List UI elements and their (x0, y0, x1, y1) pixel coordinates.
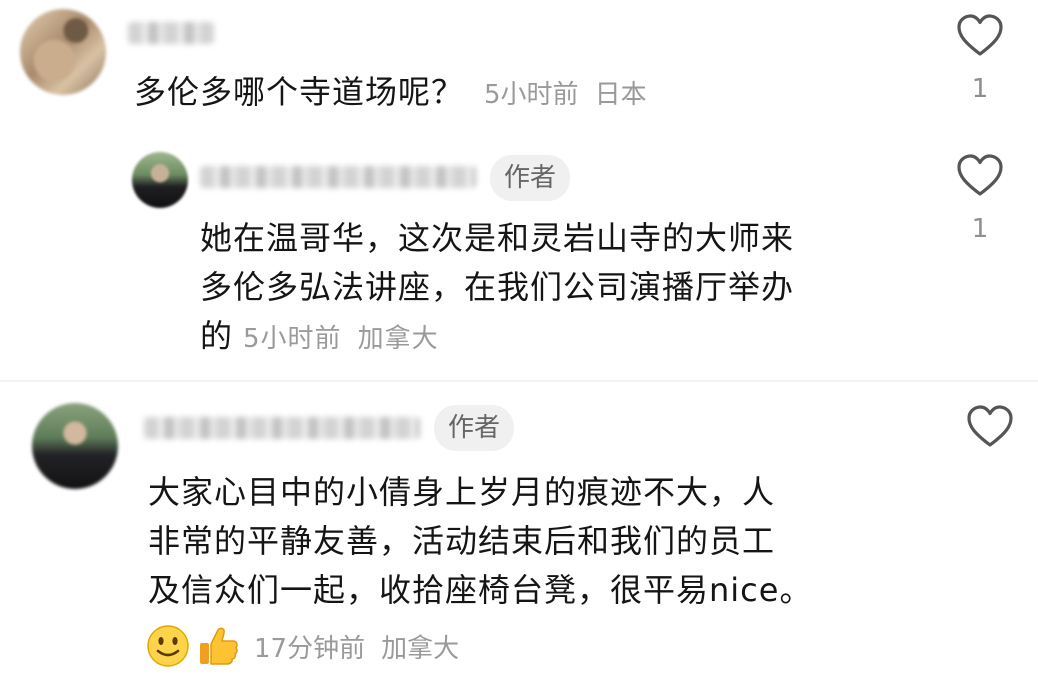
comment-location: 加拿大 (381, 633, 460, 664)
like-count: 1 (971, 214, 989, 244)
comment-meta: 17分钟前 加拿大 (254, 628, 475, 665)
comment-line: 及信众们一起，收拾座椅台凳，很平易nice。 (148, 571, 813, 609)
comment-location: 日本 (594, 80, 647, 110)
comment-time: 5小时前 (484, 80, 579, 110)
comment-line: 她在温哥华，这次是和灵岩山寺的大师来 (200, 219, 795, 257)
avatar[interactable] (20, 9, 106, 95)
comment-row: 多伦多哪个寺道场呢？ 5小时前 日本 (134, 68, 894, 117)
comment-line: 多伦多弘法讲座，在我们公司演播厅举办 (200, 268, 795, 306)
comment-location: 加拿大 (357, 324, 439, 354)
avatar[interactable] (32, 403, 118, 489)
comment-meta: 5小时前 加拿大 (243, 315, 455, 364)
comment-text-block: 她在温哥华，这次是和灵岩山寺的大师来 多伦多弘法讲座，在我们公司演播厅举办 的 … (200, 214, 920, 364)
like-heart-icon[interactable] (966, 405, 1014, 449)
divider (0, 380, 1038, 382)
like-count: 1 (971, 74, 989, 104)
comment-last-line: 的 5小时前 加拿大 (200, 312, 920, 364)
comment-text: 多伦多哪个寺道场呢？ (134, 73, 465, 111)
author-badge: 作者 (434, 405, 515, 451)
username-blurred[interactable] (200, 166, 476, 188)
author-badge: 作者 (490, 155, 571, 201)
comment-line: 大家心目中的小倩身上岁月的痕迹不大，人 (148, 473, 776, 511)
comment-time: 5小时前 (243, 324, 342, 354)
comment-meta: 5小时前 日本 (484, 74, 663, 111)
username-blurred[interactable] (128, 22, 214, 44)
comment-time: 17分钟前 (254, 633, 366, 664)
username-blurred[interactable] (144, 417, 420, 439)
comment-text-block: 大家心目中的小倩身上岁月的痕迹不大，人 非常的平静友善，活动结束后和我们的员工 … (148, 468, 928, 615)
thumbs-up-icon (196, 624, 240, 668)
like-heart-icon[interactable] (956, 154, 1004, 198)
like-heart-icon[interactable] (956, 14, 1004, 58)
comment-line: 的 (200, 317, 234, 355)
comment-line: 非常的平静友善，活动结束后和我们的员工 (148, 522, 776, 560)
avatar[interactable] (132, 152, 188, 208)
comment-footer: 17分钟前 加拿大 (146, 624, 475, 668)
smiley-face-icon (146, 624, 190, 668)
